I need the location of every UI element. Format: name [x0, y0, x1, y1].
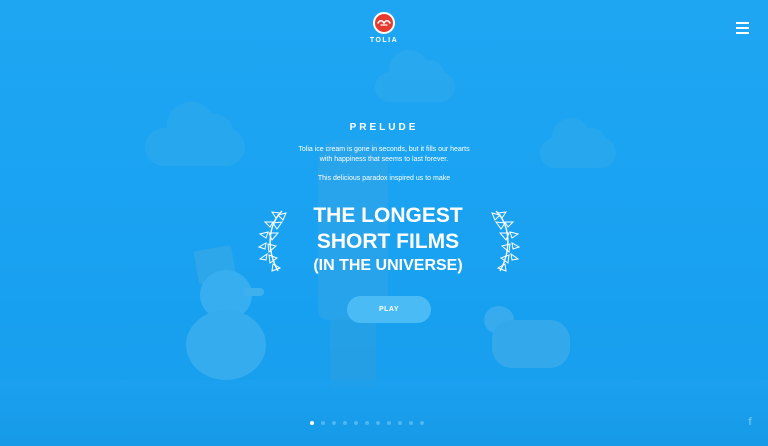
pager-dot[interactable] — [321, 421, 325, 425]
headline-block: THE LONGEST SHORT FILMS (IN THE UNIVERSE… — [254, 203, 521, 283]
intro-inspiration: This delicious paradox inspired us to ma… — [317, 175, 451, 182]
intro-heading: PRELUDE — [349, 122, 419, 133]
headline-title: THE LONGEST SHORT FILMS (IN THE UNIVERSE… — [298, 203, 478, 277]
play-button[interactable]: PLAY — [347, 296, 431, 323]
slide-pager — [310, 421, 460, 429]
pager-dot[interactable] — [310, 421, 314, 425]
intro-section: PRELUDE Tolia ice cream is gone in secon… — [234, 120, 534, 182]
intro-description-line: Tolia ice cream is gone in seconds, but … — [298, 146, 470, 153]
tolia-bird-logo-icon — [373, 12, 395, 34]
dog-body-illustration — [492, 320, 570, 368]
headline-line-2: SHORT FILMS — [316, 230, 460, 253]
snowman-nose-illustration — [244, 288, 264, 296]
pager-dot[interactable] — [387, 421, 391, 425]
pager-dot[interactable] — [343, 421, 347, 425]
skater-legs-illustration — [330, 318, 376, 388]
menu-bar — [736, 22, 749, 24]
pager-dot[interactable] — [420, 421, 424, 425]
menu-bar — [736, 27, 749, 29]
brand-logo[interactable]: TOLIA — [369, 12, 399, 44]
laurel-left-icon — [257, 210, 287, 272]
pager-dot[interactable] — [332, 421, 336, 425]
hamburger-menu-icon[interactable] — [736, 22, 750, 34]
cloud-right-illustration — [540, 118, 616, 168]
snow-ground — [0, 380, 768, 446]
hero-stage: TOLIA PRELUDE Tolia ice cream is gone in… — [0, 0, 768, 446]
facebook-icon[interactable]: f — [744, 416, 756, 428]
cloud-left-illustration — [145, 102, 245, 166]
pager-dot[interactable] — [365, 421, 369, 425]
snowman-body-illustration — [186, 310, 266, 380]
intro-description-line: with happiness that seems to last foreve… — [319, 156, 449, 163]
pager-dot[interactable] — [409, 421, 413, 425]
laurel-right-icon — [491, 210, 521, 272]
headline-line-1: THE LONGEST — [313, 204, 463, 227]
pager-dot[interactable] — [376, 421, 380, 425]
pager-dot[interactable] — [354, 421, 358, 425]
intro-description: Tolia ice cream is gone in seconds, but … — [234, 145, 534, 165]
cloud-center-illustration — [375, 50, 455, 102]
brand-name: TOLIA — [369, 37, 399, 44]
headline-line-3: (IN THE UNIVERSE) — [313, 257, 463, 274]
menu-bar — [736, 32, 749, 34]
pager-dot[interactable] — [398, 421, 402, 425]
